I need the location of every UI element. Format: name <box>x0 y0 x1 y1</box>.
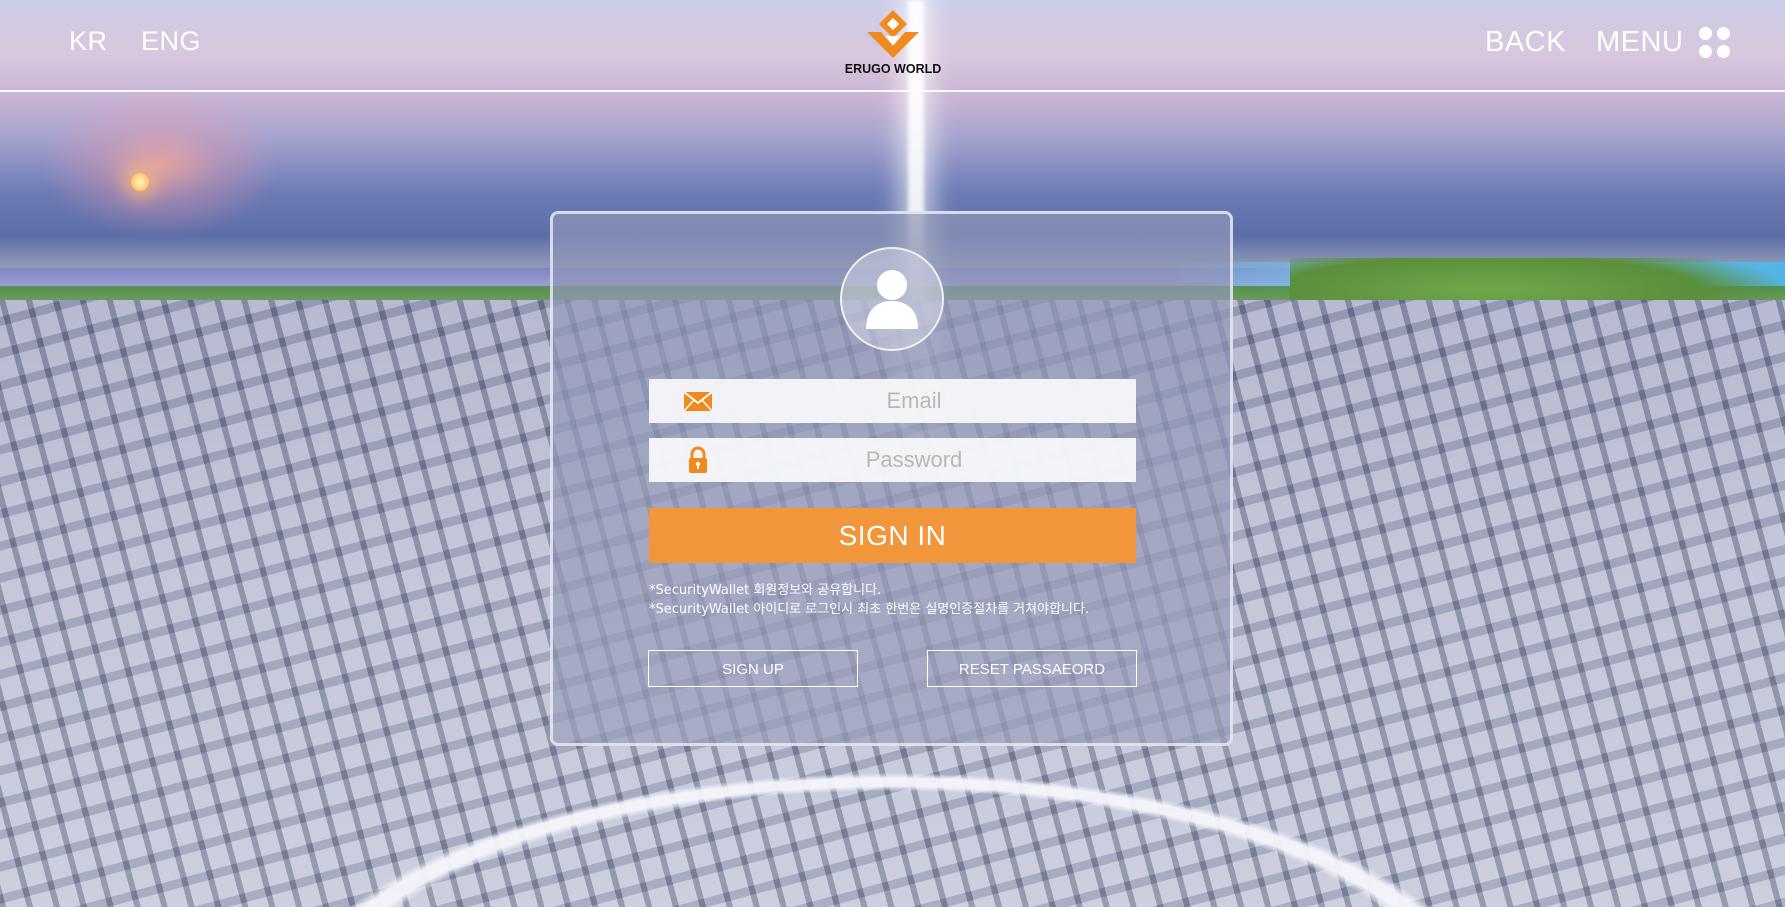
notice-text-2: *SecurityWallet 아이디로 로그인시 최초 한번은 실명인증절차를… <box>649 602 1090 617</box>
notice-text-1: *SecurityWallet 회원정보와 공유합니다. <box>649 583 882 598</box>
sun <box>131 173 149 191</box>
sign-in-button[interactable]: SIGN IN <box>649 508 1136 563</box>
header-divider <box>0 90 1785 92</box>
sign-up-button[interactable]: SIGN UP <box>648 650 858 687</box>
logo-text: ERUGO WORLD <box>844 62 942 76</box>
menu-button[interactable]: MENU <box>1596 26 1683 59</box>
sunset-glow <box>40 90 280 240</box>
password-input[interactable] <box>709 438 1179 482</box>
menu-grid-icon[interactable] <box>1699 27 1731 59</box>
erugo-logo[interactable]: ERUGO WORLD <box>838 8 948 80</box>
user-avatar-icon <box>840 247 944 351</box>
back-button[interactable]: BACK <box>1485 26 1566 59</box>
password-field[interactable] <box>649 438 1179 482</box>
lang-eng-button[interactable]: ENG <box>141 26 201 57</box>
login-screen: KR ENG ERUGO WORLD BACK MENU Email SIGN … <box>0 0 1785 907</box>
email-input[interactable] <box>709 379 1179 423</box>
email-field[interactable] <box>649 379 1179 423</box>
lang-kr-button[interactable]: KR <box>69 26 108 57</box>
erugo-logo-icon <box>867 10 919 58</box>
reset-password-button[interactable]: RESET PASSAEORD <box>927 650 1137 687</box>
